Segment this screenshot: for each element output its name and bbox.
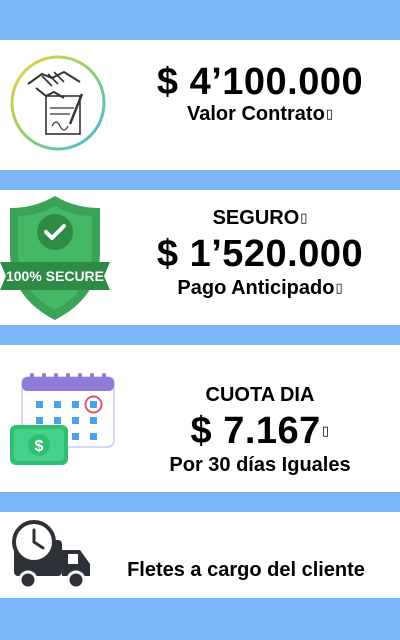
secure-shield-icon: 100% SECURE <box>0 192 110 324</box>
shipping-card: Fletes a cargo del cliente <box>0 512 400 598</box>
separator-stripe <box>0 170 400 190</box>
contract-handshake-icon <box>8 48 108 158</box>
delivery-truck-clock-icon <box>8 518 94 594</box>
separator-stripe <box>0 492 400 512</box>
insurance-card: 100% SECURE SEGURO▯ $ 1’520.000 Pago Ant… <box>0 190 400 325</box>
daily-fee-card: $ CUOTA DIA $ 7.167▯ Por 30 días Iguales <box>0 345 400 492</box>
bottom-stripe <box>0 598 400 640</box>
contract-value-label: Valor Contrato▯ <box>187 103 333 125</box>
contract-value-amount: $ 4’100.000 <box>156 61 364 103</box>
insurance-heading: SEGURO▯ <box>212 207 308 229</box>
top-stripe <box>0 0 400 40</box>
contract-value-card: $ 4’100.000 Valor Contrato▯ <box>0 40 400 170</box>
insurance-label: Pago Anticipado▯ <box>177 277 343 299</box>
money-symbol: $ <box>35 438 44 455</box>
daily-fee-heading: CUOTA DIA <box>205 384 315 406</box>
shipping-label: Fletes a cargo del cliente <box>127 559 365 581</box>
separator-stripe <box>0 325 400 345</box>
daily-fee-label: Por 30 días Iguales <box>169 454 351 476</box>
daily-fee-amount: $ 7.167▯ <box>190 410 330 452</box>
insurance-amount: $ 1’520.000 <box>156 233 364 275</box>
calendar-money-icon: $ <box>6 373 118 473</box>
secure-badge-text: 100% SECURE <box>6 268 104 284</box>
